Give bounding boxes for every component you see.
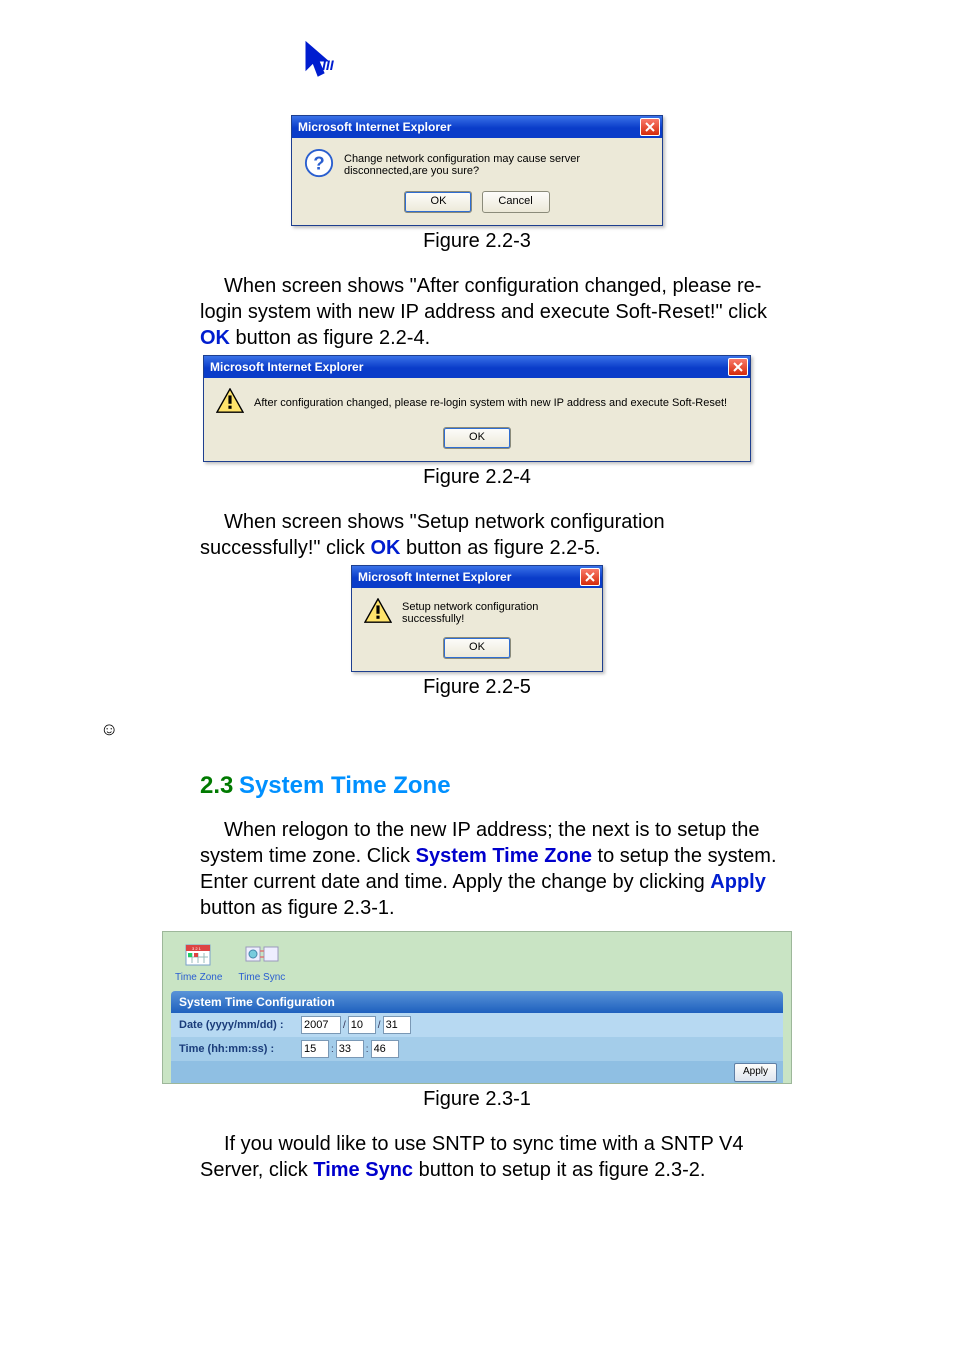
figure-caption: Figure 2.2-5	[0, 676, 954, 699]
conf-header: System Time Configuration	[171, 991, 783, 1013]
dialog-title: Microsoft Internet Explorer	[358, 566, 511, 588]
dialog-confirm-network: Microsoft Internet Explorer ? Change net…	[291, 115, 663, 226]
text: button as figure 2.2-4.	[230, 327, 430, 349]
body-paragraph: When screen shows "After configuration c…	[200, 273, 780, 351]
close-icon[interactable]	[640, 118, 660, 136]
smiley-icon: ☺	[100, 719, 954, 740]
apply-button[interactable]: Apply	[734, 1063, 777, 1082]
dialog-softreset: Microsoft Internet Explorer After config…	[203, 355, 751, 462]
text: button to setup it as figure 2.3-2.	[413, 1159, 705, 1181]
tab-time-sync[interactable]: Time Sync	[238, 940, 285, 983]
conf-row-date: Date (yyyy/mm/dd) : //	[171, 1013, 783, 1037]
dialog-titlebar: Microsoft Internet Explorer	[292, 116, 662, 138]
tab-label: Time Sync	[238, 972, 285, 983]
dialog-message: Change network configuration may cause s…	[334, 153, 650, 177]
date-label: Date (yyyy/mm/dd) :	[179, 1019, 301, 1031]
warning-icon	[216, 388, 244, 417]
text: button as figure 2.2-5.	[400, 537, 600, 559]
close-icon[interactable]	[728, 358, 748, 376]
system-time-zone-link: System Time Zone	[416, 845, 592, 867]
conf-row-time: Time (hh:mm:ss) : ::	[171, 1037, 783, 1061]
dialog-title: Microsoft Internet Explorer	[298, 116, 451, 138]
ok-button[interactable]: OK	[443, 637, 511, 659]
tab-label: Time Zone	[175, 972, 222, 983]
brand-logo: III	[300, 40, 954, 85]
time-sync-link: Time Sync	[313, 1159, 413, 1181]
section-heading: 2.3 System Time Zone	[200, 770, 780, 801]
dialog-titlebar: Microsoft Internet Explorer	[204, 356, 750, 378]
ok-button[interactable]: OK	[443, 427, 511, 449]
calendar-icon: 3 2 1	[181, 940, 217, 970]
svg-text:III: III	[322, 57, 335, 73]
figure-caption: Figure 2.2-3	[0, 230, 954, 253]
svg-text:?: ?	[313, 153, 324, 174]
body-paragraph: When screen shows "Setup network configu…	[200, 509, 780, 561]
date-month-input[interactable]	[348, 1016, 376, 1034]
apply-word: Apply	[710, 871, 766, 893]
conf-footer: Apply	[171, 1061, 783, 1083]
ok-word: OK	[370, 537, 400, 559]
warning-icon	[364, 598, 392, 627]
body-paragraph: If you would like to use SNTP to sync ti…	[200, 1131, 780, 1183]
date-year-input[interactable]	[301, 1016, 341, 1034]
section-title: System Time Zone	[239, 772, 451, 799]
time-hour-input[interactable]	[301, 1040, 329, 1058]
close-icon[interactable]	[580, 568, 600, 586]
section-number: 2.3	[200, 772, 233, 799]
time-min-input[interactable]	[336, 1040, 364, 1058]
globe-sync-icon	[244, 940, 280, 970]
body-paragraph: When relogon to the new IP address; the …	[200, 817, 780, 921]
tab-time-zone[interactable]: 3 2 1 Time Zone	[175, 940, 222, 983]
svg-text:3 2 1: 3 2 1	[192, 946, 202, 951]
cancel-button[interactable]: Cancel	[482, 191, 550, 213]
dialog-message: After configuration changed, please re-l…	[244, 397, 727, 409]
dialog-success: Microsoft Internet Explorer Setup networ…	[351, 565, 603, 672]
ok-word: OK	[200, 327, 230, 349]
text: button as figure 2.3-1.	[200, 897, 395, 919]
ok-button[interactable]: OK	[404, 191, 472, 213]
dialog-title: Microsoft Internet Explorer	[210, 356, 363, 378]
time-sec-input[interactable]	[371, 1040, 399, 1058]
time-config-panel: 3 2 1 Time Zone Time	[162, 931, 792, 1084]
figure-caption: Figure 2.3-1	[0, 1088, 954, 1111]
figure-caption: Figure 2.2-4	[0, 466, 954, 489]
question-icon: ?	[304, 148, 334, 181]
text: When screen shows "After configuration c…	[200, 275, 767, 323]
time-label: Time (hh:mm:ss) :	[179, 1043, 301, 1055]
dialog-message: Setup network configuration successfully…	[392, 601, 590, 625]
dialog-titlebar: Microsoft Internet Explorer	[352, 566, 602, 588]
date-day-input[interactable]	[383, 1016, 411, 1034]
